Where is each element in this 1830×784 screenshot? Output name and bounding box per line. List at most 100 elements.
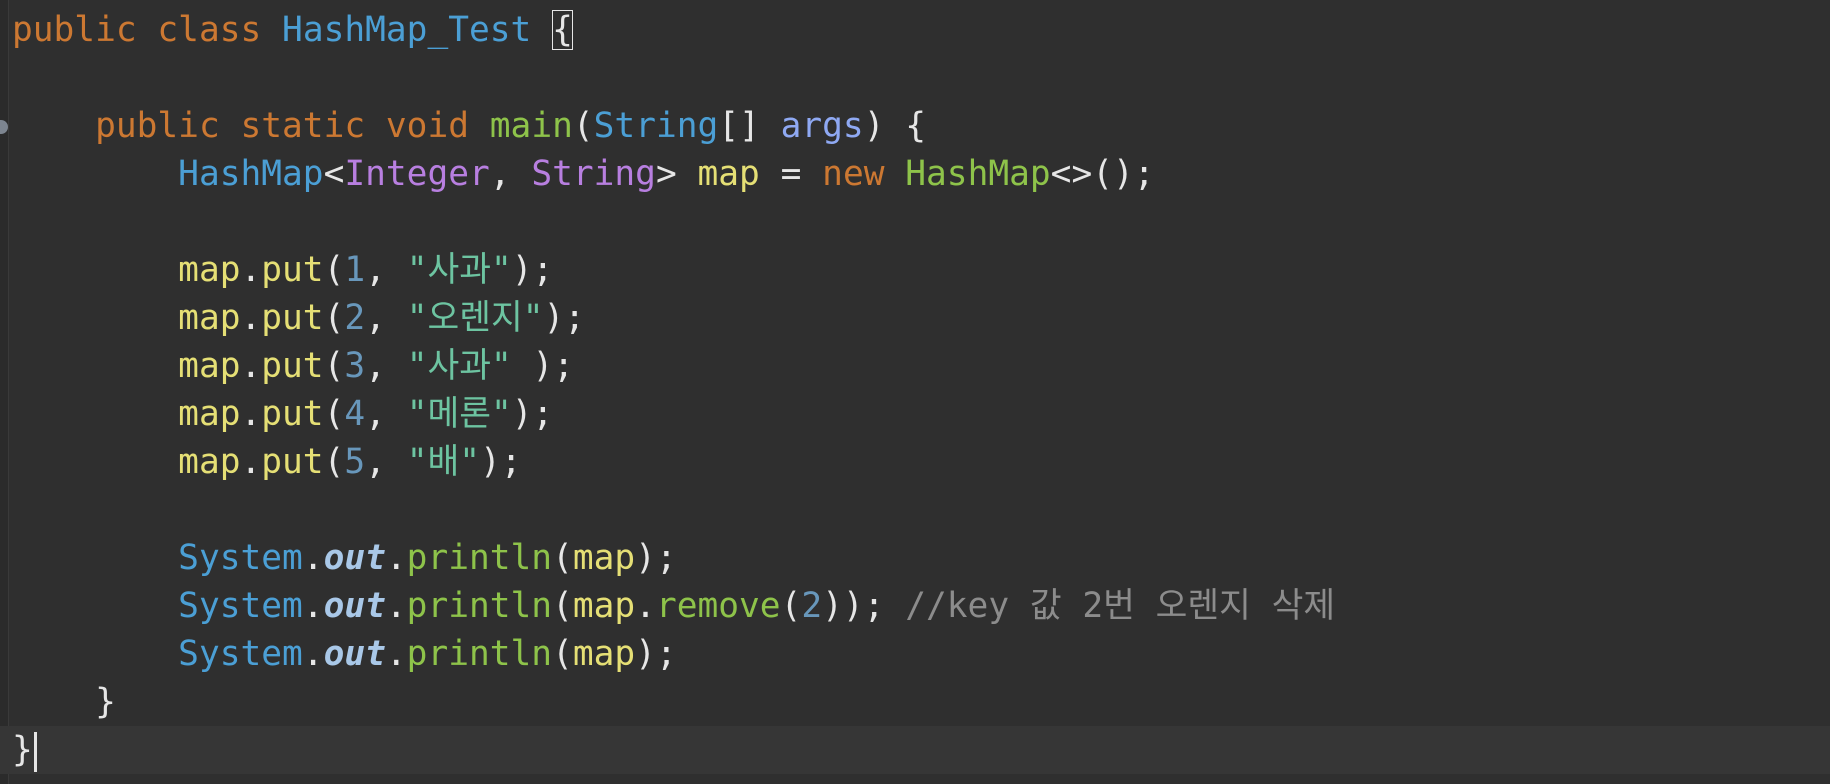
punctuation-token: . (302, 538, 324, 578)
punctuation-token: . (385, 538, 407, 578)
keyword-token: void (385, 106, 469, 146)
code-line-3[interactable]: public static void main(String[] args) { (12, 102, 1830, 150)
punctuation-token: )); (822, 586, 885, 626)
punctuation-token: . (635, 586, 656, 626)
code-line-7[interactable]: map.put(2, "오렌지"); (12, 294, 1830, 342)
variable-token: map (572, 634, 636, 674)
punctuation-token: ) (863, 106, 885, 146)
punctuation-token: ); (480, 442, 522, 482)
keyword-token: class (157, 10, 262, 50)
string-token: "메론" (406, 394, 512, 434)
code-line-12[interactable]: System.out.println(map); (12, 534, 1830, 582)
generic-type-token: String (531, 154, 656, 194)
punctuation-token: ); (511, 346, 575, 386)
punctuation-token: . (240, 394, 262, 434)
code-editor[interactable]: public class HashMap_Test { public stati… (0, 0, 1830, 784)
variable-token: map (572, 538, 636, 578)
method-name-token: main (489, 106, 573, 146)
punctuation-token: ); (635, 634, 677, 674)
editor-gutter[interactable] (0, 0, 9, 784)
punctuation-token: . (385, 586, 407, 626)
punctuation-token: < (323, 154, 345, 194)
punctuation-token: ( (323, 394, 345, 434)
punctuation-token: [] (718, 106, 760, 146)
punctuation-token: . (240, 346, 262, 386)
number-token: 3 (344, 346, 366, 386)
variable-token: map (178, 346, 241, 386)
punctuation-token: <> (1050, 154, 1093, 194)
string-token: "사과" (406, 346, 512, 386)
punctuation-token: , (365, 346, 386, 386)
constructor-token: HashMap (905, 154, 1051, 194)
type-token: HashMap (178, 154, 324, 194)
punctuation-token: ( (323, 298, 345, 338)
code-line-11[interactable] (12, 486, 1830, 534)
variable-token: map (572, 586, 636, 626)
code-line-8[interactable]: map.put(3, "사과" ); (12, 342, 1830, 390)
static-field-token: out (323, 586, 386, 626)
code-area[interactable]: public class HashMap_Test { public stati… (0, 6, 1830, 774)
method-call-token: put (261, 298, 324, 338)
punctuation-token: ( (552, 634, 573, 674)
operator-token: = (780, 154, 802, 194)
variable-token: map (178, 250, 241, 290)
punctuation-token: ); (635, 538, 677, 578)
punctuation-token: . (302, 634, 324, 674)
punctuation-token: ( (780, 586, 802, 626)
punctuation-token: , (489, 154, 511, 194)
matched-brace-token: { (552, 10, 573, 50)
punctuation-token: ); (511, 394, 554, 434)
class-ref-token: System (178, 634, 303, 674)
static-field-token: out (323, 538, 386, 578)
method-call-token: println (406, 634, 553, 674)
punctuation-token: ( (572, 106, 594, 146)
punctuation-token: > (655, 154, 677, 194)
keyword-token: new (822, 154, 885, 194)
punctuation-token: . (240, 442, 262, 482)
code-line-6[interactable]: map.put(1, "사과"); (12, 246, 1830, 294)
code-line-10[interactable]: map.put(5, "배"); (12, 438, 1830, 486)
punctuation-token: . (240, 298, 262, 338)
punctuation-token: . (240, 250, 262, 290)
variable-token: map (178, 394, 241, 434)
punctuation-token: . (302, 586, 324, 626)
code-line-2[interactable] (12, 54, 1830, 102)
keyword-token: static (240, 106, 366, 146)
keyword-token: public (95, 106, 220, 146)
code-line-9[interactable]: map.put(4, "메론"); (12, 390, 1830, 438)
punctuation-token: . (385, 634, 407, 674)
method-call-token: remove (655, 586, 781, 626)
generic-type-token: Integer (344, 154, 490, 194)
method-call-token: println (406, 586, 553, 626)
string-token: "오렌지" (406, 298, 544, 338)
punctuation-token: ( (552, 586, 573, 626)
number-token: 1 (344, 250, 366, 290)
code-line-13[interactable]: System.out.println(map.remove(2)); //key… (12, 582, 1830, 630)
variable-token: map (697, 154, 760, 194)
parameter-token: args (780, 106, 864, 146)
static-field-token: out (323, 634, 386, 674)
method-call-token: put (261, 394, 324, 434)
class-ref-token: System (178, 586, 303, 626)
punctuation-token: ); (543, 298, 586, 338)
text-cursor (33, 731, 37, 772)
code-line-4[interactable]: HashMap<Integer, String> map = new HashM… (12, 150, 1830, 198)
punctuation-token: ( (323, 250, 345, 290)
variable-token: map (178, 442, 241, 482)
string-token: "배" (406, 442, 480, 482)
type-token: String (593, 106, 719, 146)
number-token: 2 (344, 298, 366, 338)
code-line-1[interactable]: public class HashMap_Test { (12, 6, 1830, 54)
code-line-15[interactable]: } (12, 678, 1830, 726)
code-line-16[interactable]: } (0, 726, 1830, 774)
string-token: "사과" (406, 250, 512, 290)
punctuation-token: ( (323, 442, 345, 482)
method-call-token: println (406, 538, 553, 578)
number-token: 4 (344, 394, 366, 434)
code-line-14[interactable]: System.out.println(map); (12, 630, 1830, 678)
class-ref-token: System (178, 538, 303, 578)
comment-token: //key 값 2번 오렌지 삭제 (905, 586, 1336, 626)
code-line-5[interactable] (12, 198, 1830, 246)
number-token: 2 (801, 586, 823, 626)
method-call-token: put (261, 250, 324, 290)
